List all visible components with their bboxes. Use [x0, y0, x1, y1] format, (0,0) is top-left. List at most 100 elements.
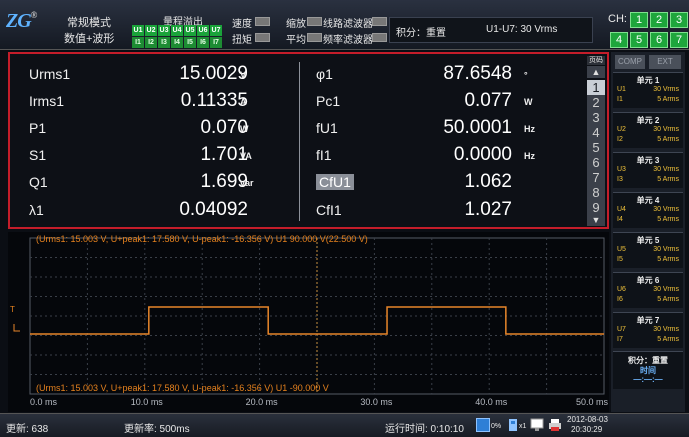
- measure-value: 15.0029: [179, 63, 248, 84]
- unit-current-range: 5 Arms: [657, 176, 679, 183]
- channel-button-5[interactable]: 5: [630, 32, 648, 48]
- page-number-8[interactable]: 8: [587, 185, 605, 200]
- status-date: 2012-08-03: [567, 415, 608, 424]
- unit-voltage-range: 30 Vrms: [653, 206, 679, 213]
- channel-button-2[interactable]: 2: [650, 12, 668, 28]
- measure-label[interactable]: Irms1: [29, 93, 64, 109]
- overflow-indicator-u5: U5: [184, 25, 196, 36]
- storage-percent: 0%: [491, 423, 502, 430]
- zoom-label: 缩放: [286, 19, 306, 30]
- time-tick-label: 50.0 ms: [576, 397, 609, 407]
- measure-label[interactable]: fI1: [316, 147, 332, 163]
- measure-label[interactable]: S1: [29, 147, 46, 163]
- channel-button-4[interactable]: 4: [610, 32, 628, 48]
- line-filter-indicator: [372, 17, 387, 26]
- measure-value: 50.0001: [443, 117, 512, 138]
- page-up-icon[interactable]: ▲: [587, 66, 605, 78]
- page-selector: 页码 ▲ 123456789 ▼: [587, 56, 605, 226]
- time-tick-label: 40.0 ms: [475, 397, 508, 407]
- measure-unit: VA: [240, 151, 252, 161]
- waveform-info-bottom: (Urms1: 15.003 V, U+peak1: 17.580 V, U-p…: [36, 383, 329, 393]
- page-number-6[interactable]: 6: [587, 155, 605, 170]
- run-time: 运行时间: 0:10:10: [385, 424, 464, 435]
- storage-icon: [476, 418, 490, 432]
- channel-button-3[interactable]: 3: [670, 12, 688, 28]
- unit-card-7[interactable]: 单元 7 U7 30 Vrms I7 5 Arms: [613, 312, 683, 348]
- page-number-9[interactable]: 9: [587, 200, 605, 215]
- unit-voltage-range: 30 Vrms: [653, 126, 679, 133]
- unit-voltage-channel: U4: [617, 206, 626, 213]
- column-divider: [299, 62, 300, 221]
- measure-label[interactable]: λ1: [29, 202, 44, 218]
- unit-card-1[interactable]: 单元 1 U1 30 Vrms I1 5 Arms: [613, 72, 683, 108]
- torque-indicator: [255, 33, 270, 42]
- unit-title: 单元 1: [636, 76, 660, 85]
- measure-value: 1.701: [200, 144, 248, 165]
- measure-unit: W: [524, 97, 533, 107]
- measure-label[interactable]: fU1: [316, 120, 338, 136]
- measure-value: 87.6548: [443, 63, 512, 84]
- ext-button[interactable]: EXT: [649, 55, 681, 69]
- measure-value: 0.04092: [179, 199, 248, 220]
- unit-card-2[interactable]: 单元 2 U2 30 Vrms I2 5 Arms: [613, 112, 683, 148]
- page-number-4[interactable]: 4: [587, 125, 605, 140]
- time-tick-label: 0.0 ms: [30, 397, 58, 407]
- page-number-1[interactable]: 1: [587, 80, 605, 95]
- unit-voltage-range: 30 Vrms: [653, 166, 679, 173]
- unit-current-channel: I7: [617, 336, 623, 343]
- page-number-7[interactable]: 7: [587, 170, 605, 185]
- unit-current-range: 5 Arms: [657, 296, 679, 303]
- unit-title: 单元 3: [636, 156, 660, 165]
- page-down-icon[interactable]: ▼: [587, 214, 605, 226]
- unit-current-channel: I4: [617, 216, 623, 223]
- measure-label[interactable]: Pc1: [316, 93, 340, 109]
- page-number-2[interactable]: 2: [587, 95, 605, 110]
- status-time: 20:30:29: [571, 425, 603, 434]
- unit-card-4[interactable]: 单元 4 U4 30 Vrms I4 5 Arms: [613, 192, 683, 228]
- average-label: 平均: [286, 35, 306, 46]
- torque-label: 扭矩: [232, 35, 252, 46]
- channel-button-7[interactable]: 7: [670, 32, 688, 48]
- measure-label[interactable]: φ1: [316, 66, 333, 82]
- mode-line-1[interactable]: 常规模式: [67, 14, 111, 30]
- waveform-display[interactable]: (Urms1: 15.003 V, U+peak1: 17.580 V, U-p…: [8, 232, 609, 412]
- ch-label: CH:: [608, 13, 627, 25]
- measure-value: 0.070: [200, 117, 248, 138]
- integration-card[interactable]: 积分：重置 时间 —:—:—: [613, 351, 683, 389]
- unit-card-6[interactable]: 单元 6 U6 30 Vrms I6 5 Arms: [613, 272, 683, 308]
- overflow-indicator-u7: U7: [210, 25, 222, 36]
- time-tick-label: 30.0 ms: [360, 397, 393, 407]
- overflow-indicator-u6: U6: [197, 25, 209, 36]
- overflow-indicator-i4: I4: [171, 37, 183, 48]
- unit-voltage-channel: U6: [617, 286, 626, 293]
- measure-label[interactable]: P1: [29, 120, 46, 136]
- unit-current-range: 5 Arms: [657, 136, 679, 143]
- channel-button-6[interactable]: 6: [650, 32, 668, 48]
- top-bar: ZG® 常规模式 数值+波形 量程溢出 U1 U2 U3 U4 U5 U6 U7 I1 I2 I…: [0, 0, 689, 50]
- zoom-indicator: [307, 17, 322, 26]
- comp-button[interactable]: COMP: [615, 55, 645, 69]
- unit-card-3[interactable]: 单元 3 U3 30 Vrms I3 5 Arms: [613, 152, 683, 188]
- unit-card-5[interactable]: 单元 5 U5 30 Vrms I5 5 Arms: [613, 232, 683, 268]
- overflow-indicator-i6: I6: [197, 37, 209, 48]
- unit-current-range: 5 Arms: [657, 96, 679, 103]
- measure-label[interactable]: Urms1: [29, 66, 70, 82]
- overflow-indicator-i2: I2: [145, 37, 157, 48]
- mode-line-2[interactable]: 数值+波形: [64, 30, 114, 46]
- measure-label[interactable]: Q1: [29, 174, 48, 190]
- time-tick-label: 10.0 ms: [130, 397, 163, 407]
- measure-unit: W: [240, 124, 249, 134]
- measure-unit: V: [240, 70, 247, 80]
- page-number-3[interactable]: 3: [587, 110, 605, 125]
- measure-value: 1.699: [200, 171, 248, 192]
- printer-icon: [548, 418, 562, 432]
- measure-unit: Hz: [524, 151, 535, 161]
- channel-button-1[interactable]: 1: [630, 12, 648, 28]
- measure-label[interactable]: CfU1: [316, 174, 354, 190]
- measure-unit: °: [524, 70, 528, 80]
- page-number-5[interactable]: 5: [587, 140, 605, 155]
- measure-label[interactable]: CfI1: [316, 202, 342, 218]
- time-tick-label: 20.0 ms: [245, 397, 278, 407]
- measure-unit: Hz: [524, 124, 535, 134]
- speed-indicator: [255, 17, 270, 26]
